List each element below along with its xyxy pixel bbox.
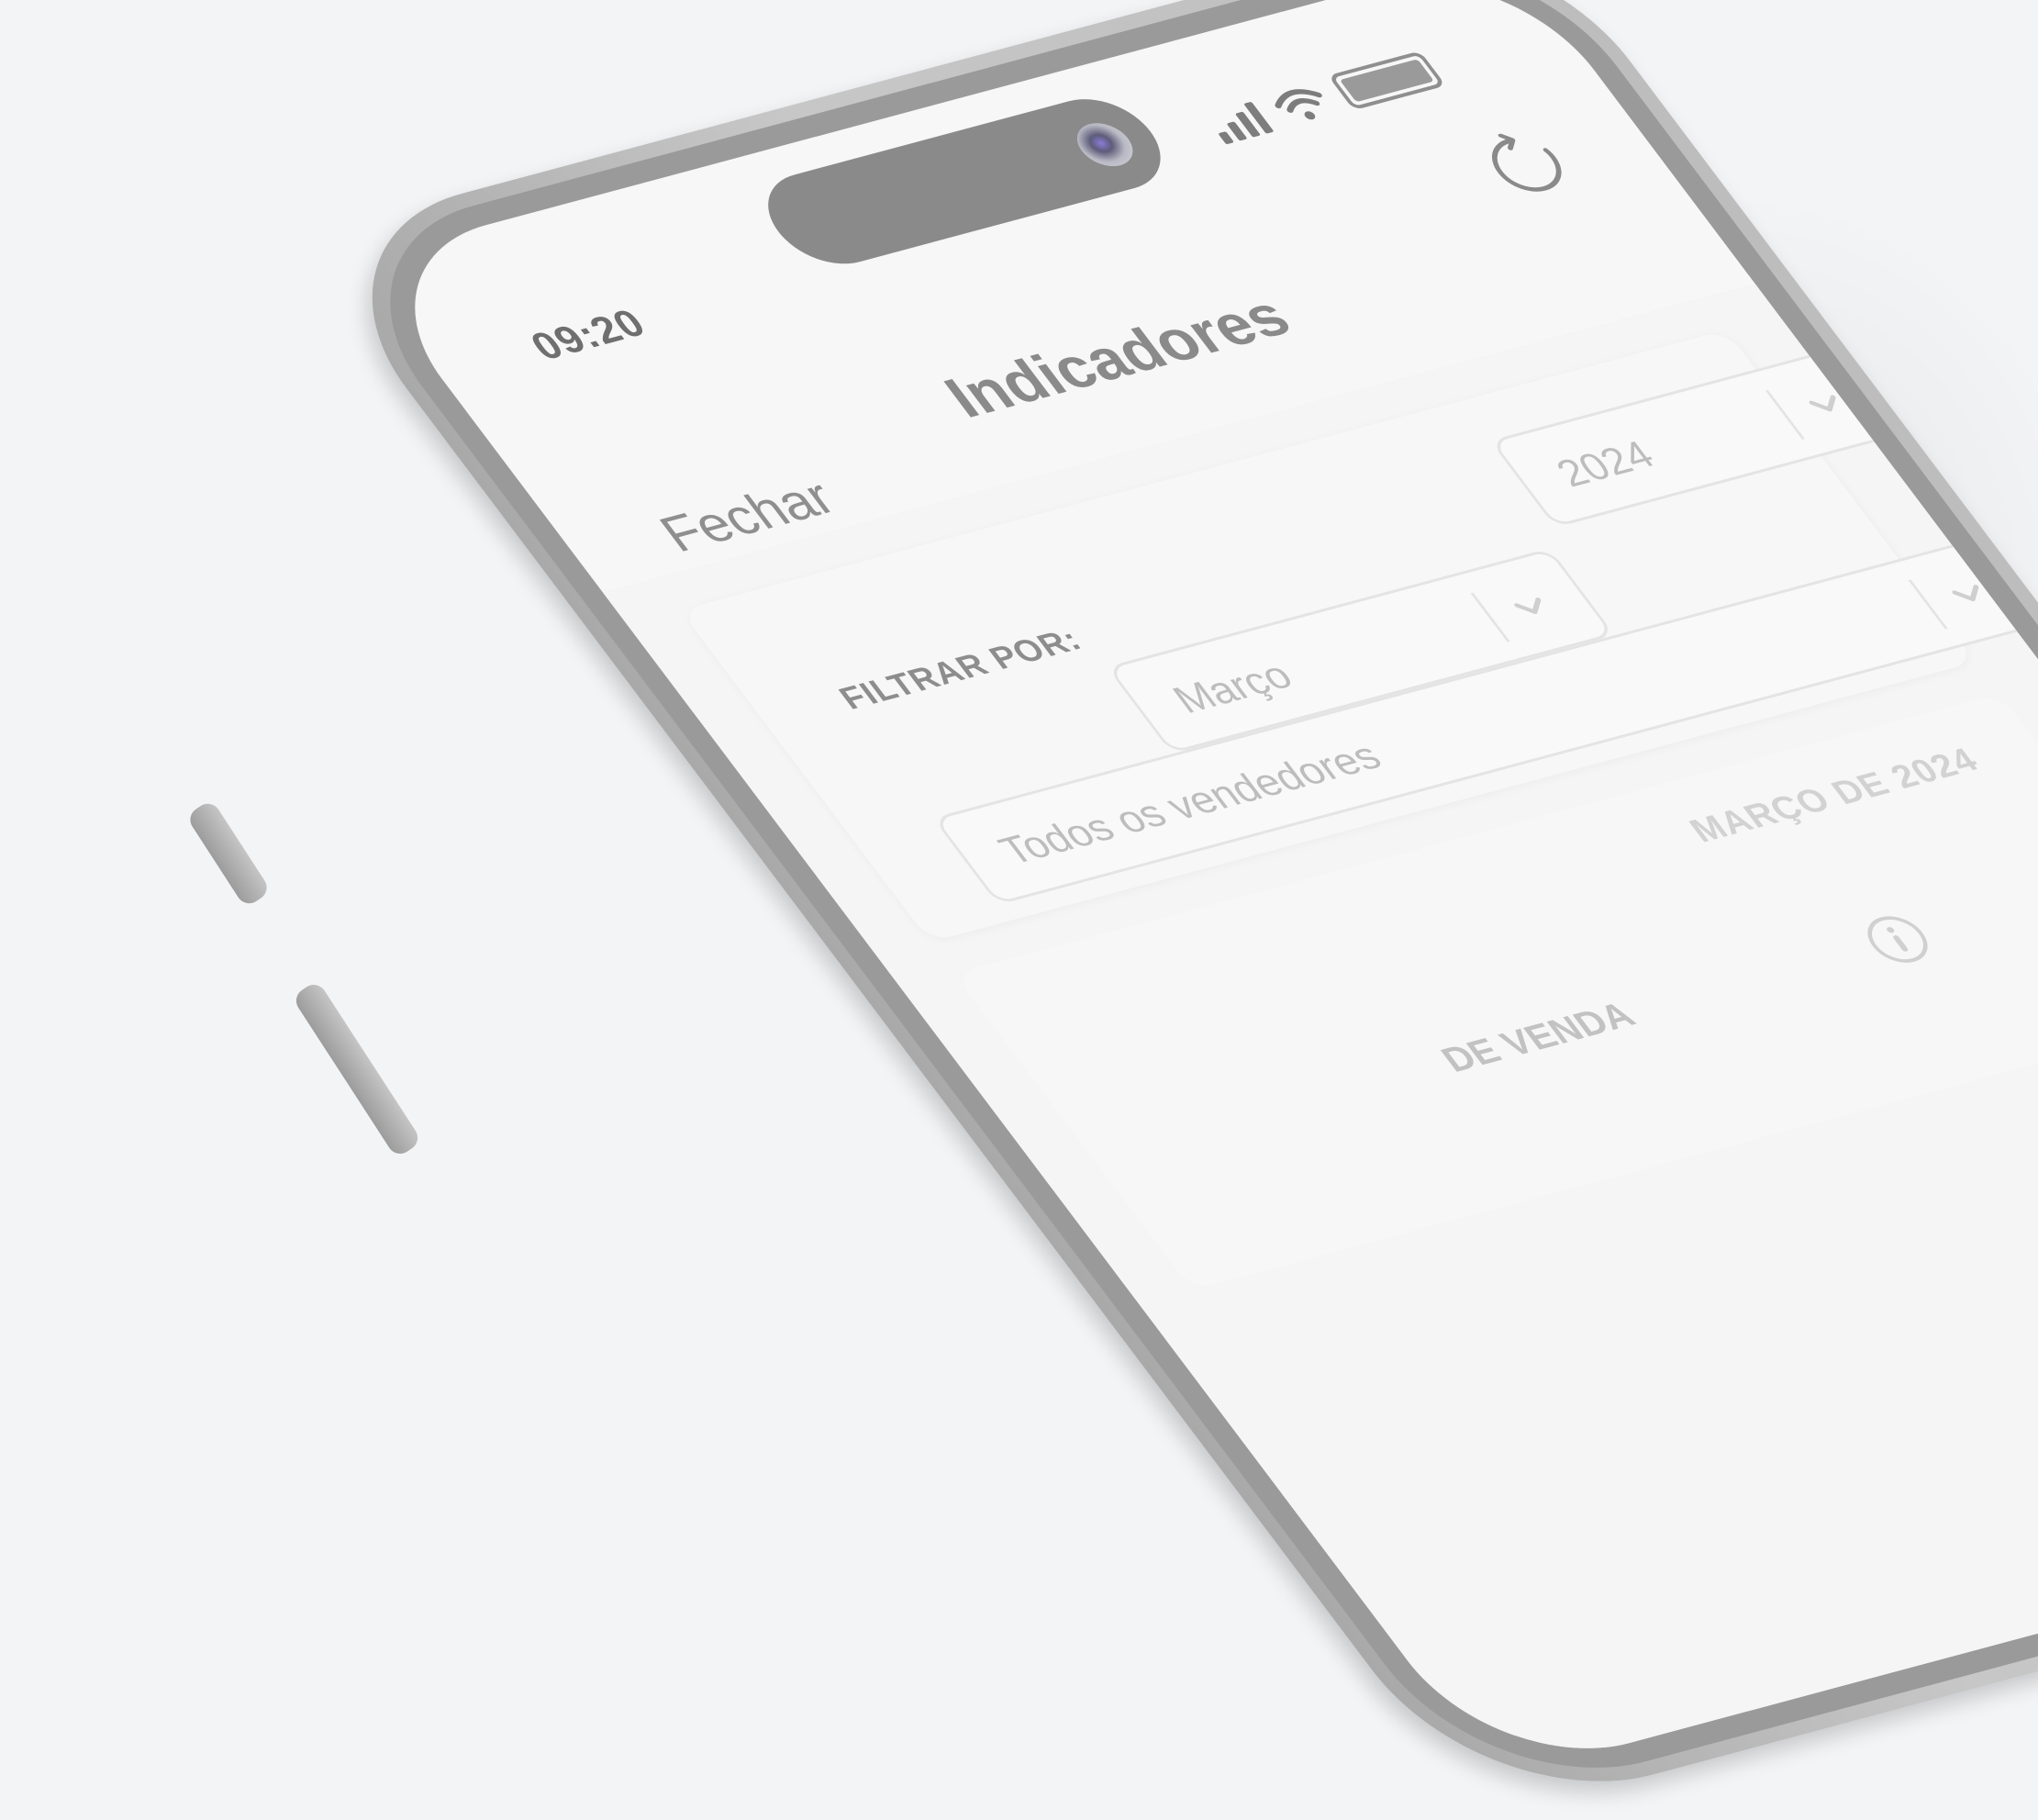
chevron-down-icon xyxy=(1514,597,1542,615)
front-camera-icon xyxy=(1066,117,1144,172)
phone-device: 09:20 Fechar Indicadores FILTRAR POR: 20… xyxy=(294,0,2038,1820)
month-select-value: Março xyxy=(1164,653,1302,722)
seller-select-value: Todos os vendedores xyxy=(990,734,1391,873)
status-time: 09:20 xyxy=(521,301,656,369)
section-label: DE VENDA xyxy=(1433,995,1643,1080)
phone-side-button-lower xyxy=(291,979,423,1159)
info-icon[interactable] xyxy=(1854,909,1943,970)
phone-side-button-upper xyxy=(185,798,272,909)
battery-icon xyxy=(1327,50,1446,111)
filter-label: FILTRAR POR: xyxy=(830,620,1089,717)
period-label: MARÇO DE 2024 xyxy=(1682,742,1988,850)
status-icons xyxy=(1200,50,1446,145)
wifi-icon xyxy=(1275,89,1322,120)
year-select-value: 2024 xyxy=(1547,433,1664,496)
signal-icon xyxy=(1204,101,1275,145)
